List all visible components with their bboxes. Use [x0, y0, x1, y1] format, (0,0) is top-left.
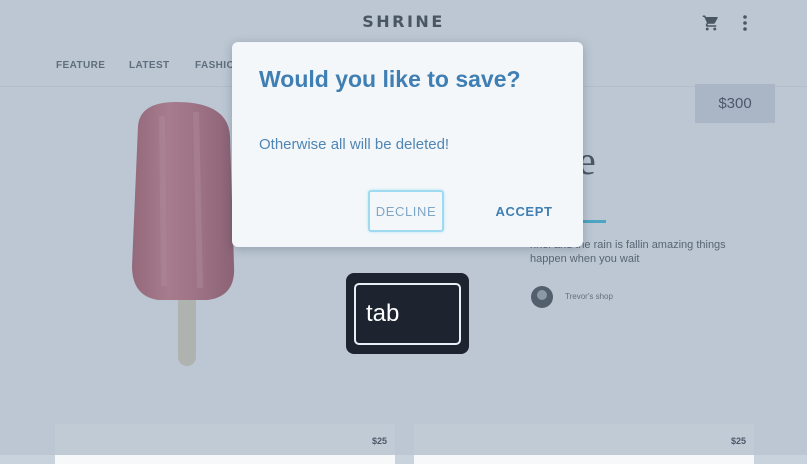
decline-button[interactable]: DECLINE: [368, 190, 444, 232]
save-dialog: Would you like to save? Otherwise all wi…: [232, 42, 583, 247]
key-label: tab: [354, 283, 461, 345]
keypress-overlay: tab: [346, 273, 469, 354]
dialog-title: Would you like to save?: [259, 66, 521, 92]
dialog-message: Otherwise all will be deleted!: [259, 136, 450, 153]
accept-button[interactable]: ACCEPT: [484, 190, 564, 232]
